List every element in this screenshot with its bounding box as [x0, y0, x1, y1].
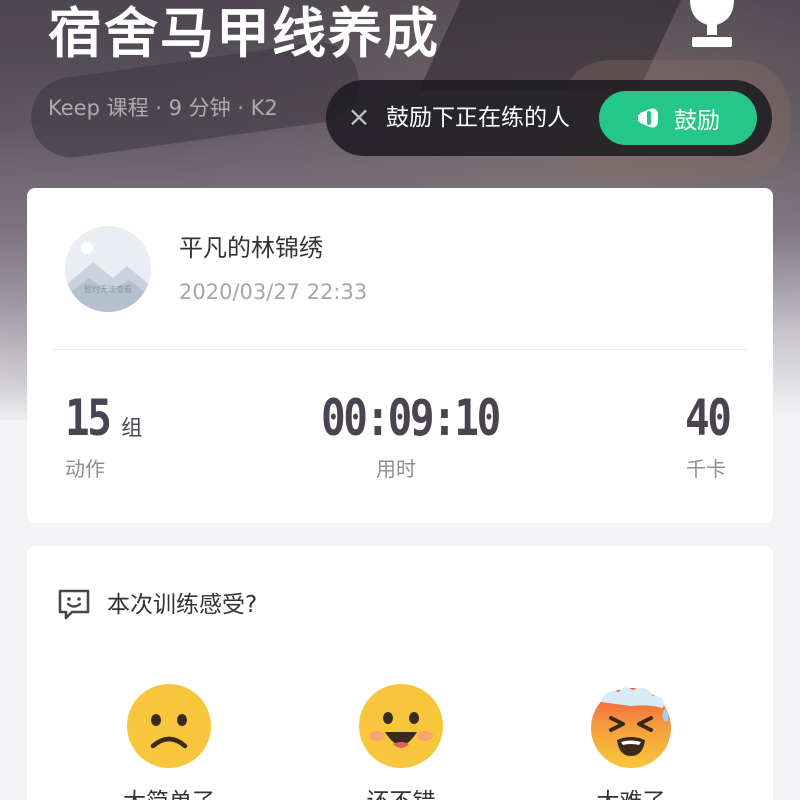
avatar[interactable]: 暂时无法查看 [65, 226, 151, 312]
image-placeholder-icon [65, 226, 151, 312]
course-subtitle: Keep 课程 · 9 分钟 · K2 [48, 96, 278, 120]
feeling-option-good[interactable]: 还不错 [321, 782, 481, 800]
feeling-card: 本次训练感受? 太简单了 还不错 太难了 [27, 546, 773, 800]
sweating-emoji-icon[interactable] [587, 682, 675, 770]
cheer-button-label: 鼓励 [674, 108, 720, 134]
cheer-text: 鼓励下正在练的人 [386, 105, 570, 131]
course-title: 宿舍马甲线养成 [48, 2, 440, 65]
workout-summary-card: 暂时无法查看 平凡的林锦绣 2020/03/27 22:33 15 组 动作 00… [27, 188, 773, 523]
workout-timestamp: 2020/03/27 22:33 [179, 280, 368, 304]
stat-value: 40 [685, 389, 732, 447]
stat-sets: 15 组 [65, 388, 142, 448]
stat-label: 千卡 [686, 457, 726, 481]
trophy-icon[interactable] [684, 0, 740, 50]
stat-duration: 00:09:10 [321, 388, 538, 448]
divider [51, 349, 749, 350]
close-icon[interactable]: × [344, 102, 374, 132]
feeling-title: 本次训练感受? [107, 592, 258, 618]
avatar-placeholder-text: 暂时无法查看 [84, 285, 132, 294]
feeling-option-easy[interactable]: 太简单了 [89, 782, 249, 800]
feedback-icon [58, 589, 90, 620]
stat-value: 00:09:10 [321, 389, 501, 447]
feeling-option-hard[interactable]: 太难了 [551, 782, 711, 800]
cheer-button[interactable]: 鼓励 [599, 91, 757, 145]
frown-emoji-icon[interactable] [125, 682, 213, 770]
stat-label: 用时 [376, 457, 416, 481]
stat-label: 动作 [65, 457, 105, 481]
user-name[interactable]: 平凡的林锦绣 [179, 232, 323, 264]
happy-emoji-icon[interactable] [357, 682, 445, 770]
megaphone-icon [638, 108, 658, 128]
cheer-banner: × 鼓励下正在练的人 鼓励 [326, 80, 772, 156]
stat-unit: 组 [121, 416, 143, 440]
stat-value: 15 [65, 389, 112, 447]
stat-calories: 40 [685, 388, 739, 448]
